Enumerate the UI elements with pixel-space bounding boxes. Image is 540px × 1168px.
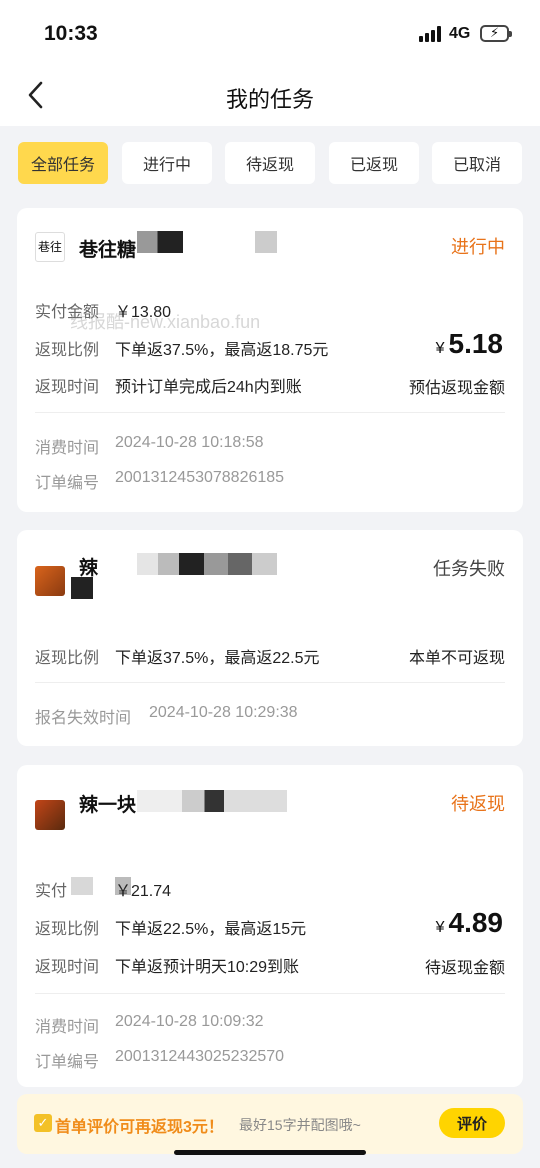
consume-time-label: 消费时间 <box>35 440 100 457</box>
rate-label: 返现比例 <box>35 650 100 667</box>
order-number-value: 2001312443025232570 <box>115 1048 285 1065</box>
rate-value: 下单返37.5%，最高返18.75元 <box>115 342 329 359</box>
review-button[interactable]: 评价 <box>439 1108 505 1138</box>
cashback-amount-note: 待返现金额 <box>424 960 505 977</box>
order-card-3[interactable]: 辣一块 待返现 实付 ￥21.74 返现比例 下单返22.5%，最高返15元 返… <box>17 765 523 1087</box>
review-promo-text: 首单评价可再返现3元！ <box>55 1119 224 1136</box>
divider <box>35 682 505 683</box>
tab-pending-cashback[interactable]: 待返现 <box>225 142 315 184</box>
shop-name: 辣一块 <box>79 795 137 816</box>
status-badge: 任务失败 <box>433 559 505 579</box>
cashback-amount: ¥5.18 <box>435 328 503 359</box>
filter-tabs: 全部任务 进行中 待返现 已返现 已取消 <box>18 142 522 186</box>
order-number-value: 2001312453078826185 <box>115 469 285 486</box>
battery-icon: ⚡ <box>480 25 512 42</box>
shop-name: 巷往糖 <box>79 240 137 261</box>
no-cashback-note: 本单不可返现 <box>408 650 505 667</box>
shop-logo-icon: 巷往 <box>35 232 65 262</box>
tab-in-progress[interactable]: 进行中 <box>122 142 212 184</box>
rate-value: 下单返22.5%，最高返15元 <box>115 921 307 938</box>
shop-name: 辣 <box>79 558 99 579</box>
watermark: 线报酷-new.xianbao.fun <box>70 312 261 332</box>
order-number-label: 订单编号 <box>35 475 100 492</box>
status-bar: 10:33 4G ⚡ <box>0 0 540 66</box>
network-label: 4G <box>449 25 471 42</box>
order-card-1[interactable]: 巷往 巷往糖 进行中 实付金额 ￥13.80 返现比例 下单返37.5%，最高返… <box>17 208 523 512</box>
tab-cashback-done[interactable]: 已返现 <box>329 142 419 184</box>
cashback-time-label: 返现时间 <box>35 379 100 396</box>
redacted-block <box>255 231 277 253</box>
redacted-block <box>137 790 287 812</box>
page-title: 我的任务 <box>225 87 314 112</box>
paid-label: 实付 <box>35 883 68 900</box>
cashback-amount: ¥4.89 <box>435 907 503 938</box>
check-icon: ✓ <box>34 1114 52 1132</box>
consume-time-value: 2024-10-28 10:18:58 <box>115 434 264 451</box>
review-hint-text: 最好15字并配图哦~ <box>239 1117 361 1133</box>
cashback-time-label: 返现时间 <box>35 959 100 976</box>
fail-time-value: 2024-10-28 10:29:38 <box>149 704 298 721</box>
shop-logo-icon <box>35 800 65 830</box>
cashback-amount-note: 预估返现金额 <box>408 380 505 397</box>
divider <box>35 993 505 994</box>
consume-time-value: 2024-10-28 10:09:32 <box>115 1013 264 1030</box>
shop-logo-icon <box>35 566 65 596</box>
order-card-2[interactable]: 辣 任务失败 返现比例 下单返37.5%，最高返22.5元 本单不可返现 报名失… <box>17 530 523 746</box>
tab-cancelled[interactable]: 已取消 <box>432 142 522 184</box>
redacted-block <box>71 877 93 895</box>
rate-value: 下单返37.5%，最高返22.5元 <box>115 650 320 667</box>
rate-label: 返现比例 <box>35 342 100 359</box>
consume-time-label: 消费时间 <box>35 1019 100 1036</box>
cashback-time-value: 下单返预计明天10:29到账 <box>115 959 300 976</box>
nav-bar: 我的任务 <box>0 66 540 126</box>
home-indicator <box>174 1150 366 1155</box>
tab-all[interactable]: 全部任务 <box>18 142 108 184</box>
redacted-block <box>137 231 183 253</box>
cashback-time-value: 预计订单完成后24h内到账 <box>115 379 302 396</box>
rate-label: 返现比例 <box>35 921 100 938</box>
paid-value: ￥21.74 <box>115 883 172 900</box>
status-time: 10:33 <box>44 22 98 45</box>
status-badge: 进行中 <box>451 237 505 257</box>
redacted-block <box>137 553 277 575</box>
status-badge: 待返现 <box>451 794 505 814</box>
review-bar: ✓ 首单评价可再返现3元！ 最好15字并配图哦~ 评价 <box>17 1094 523 1154</box>
order-number-label: 订单编号 <box>35 1054 100 1071</box>
fail-time-label: 报名失效时间 <box>35 710 132 727</box>
redacted-block <box>71 577 93 599</box>
signal-icon <box>419 26 443 42</box>
divider <box>35 412 505 413</box>
